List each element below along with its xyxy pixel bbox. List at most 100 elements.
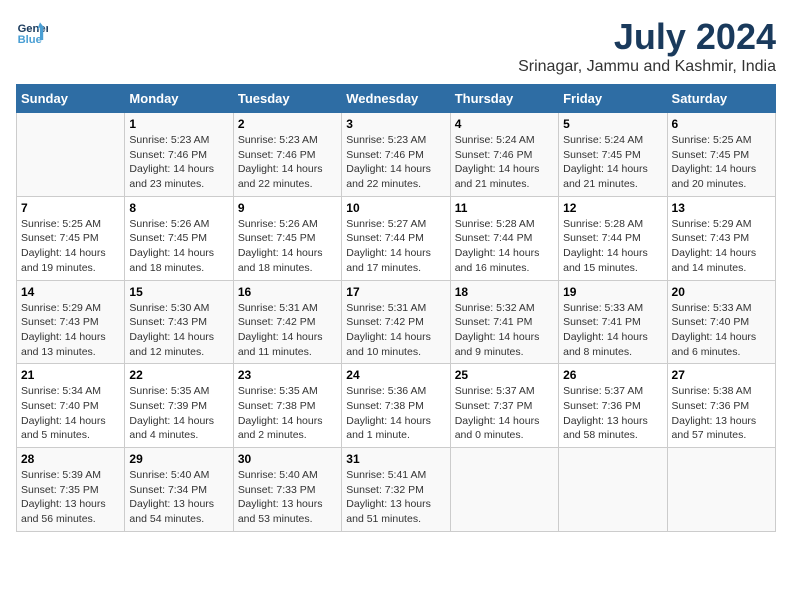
day-info: Sunrise: 5:31 AM Sunset: 7:42 PM Dayligh… xyxy=(238,301,337,360)
calendar-cell: 8Sunrise: 5:26 AM Sunset: 7:45 PM Daylig… xyxy=(125,196,233,280)
header-saturday: Saturday xyxy=(667,85,775,113)
calendar-cell: 31 Sunrise: 5:41 AM Sunset: 7:32 PM Dayli… xyxy=(342,448,450,532)
calendar-cell: 11Sunrise: 5:28 AM Sunset: 7:44 PM Dayli… xyxy=(450,196,558,280)
day-info: Sunrise: 5:36 AM Sunset: 7:38 PM Dayligh… xyxy=(346,384,445,443)
week-row-1: 1 Sunrise: 5:23 AM Sunset: 7:46 PM Daylig… xyxy=(17,113,776,197)
calendar-cell: 15 Sunrise: 5:30 AM Sunset: 7:43 PM Dayli… xyxy=(125,280,233,364)
calendar-cell: 7Sunrise: 5:25 AM Sunset: 7:45 PM Daylig… xyxy=(17,196,125,280)
day-number: 15 xyxy=(129,285,228,299)
day-info: Sunrise: 5:35 AM Sunset: 7:38 PM Dayligh… xyxy=(238,384,337,443)
day-number: 29 xyxy=(129,452,228,466)
calendar-cell: 26 Sunrise: 5:37 AM Sunset: 7:36 PM Dayli… xyxy=(559,364,667,448)
day-info: Sunrise: 5:33 AM Sunset: 7:41 PM Dayligh… xyxy=(563,301,662,360)
calendar-cell xyxy=(559,448,667,532)
day-info: Sunrise: 5:37 AM Sunset: 7:36 PM Dayligh… xyxy=(563,384,662,443)
calendar-cell: 22 Sunrise: 5:35 AM Sunset: 7:39 PM Dayli… xyxy=(125,364,233,448)
svg-text:Blue: Blue xyxy=(18,34,42,46)
week-row-2: 7Sunrise: 5:25 AM Sunset: 7:45 PM Daylig… xyxy=(17,196,776,280)
calendar-cell: 24 Sunrise: 5:36 AM Sunset: 7:38 PM Dayli… xyxy=(342,364,450,448)
day-number: 4 xyxy=(455,117,554,131)
day-number: 5 xyxy=(563,117,662,131)
day-info: Sunrise: 5:25 AM Sunset: 7:45 PM Dayligh… xyxy=(672,133,771,192)
header-friday: Friday xyxy=(559,85,667,113)
day-info: Sunrise: 5:28 AM Sunset: 7:44 PM Dayligh… xyxy=(563,217,662,276)
calendar-cell: 27Sunrise: 5:38 AM Sunset: 7:36 PM Dayli… xyxy=(667,364,775,448)
calendar-cell: 2 Sunrise: 5:23 AM Sunset: 7:46 PM Daylig… xyxy=(233,113,341,197)
main-title: July 2024 xyxy=(518,16,776,58)
day-info: Sunrise: 5:39 AM Sunset: 7:35 PM Dayligh… xyxy=(21,468,120,527)
calendar-cell: 10 Sunrise: 5:27 AM Sunset: 7:44 PM Dayli… xyxy=(342,196,450,280)
day-info: Sunrise: 5:27 AM Sunset: 7:44 PM Dayligh… xyxy=(346,217,445,276)
day-number: 11 xyxy=(455,201,554,215)
day-number: 25 xyxy=(455,368,554,382)
day-info: Sunrise: 5:29 AM Sunset: 7:43 PM Dayligh… xyxy=(21,301,120,360)
day-number: 31 xyxy=(346,452,445,466)
day-number: 26 xyxy=(563,368,662,382)
day-number: 22 xyxy=(129,368,228,382)
day-info: Sunrise: 5:29 AM Sunset: 7:43 PM Dayligh… xyxy=(672,217,771,276)
calendar-cell: 14Sunrise: 5:29 AM Sunset: 7:43 PM Dayli… xyxy=(17,280,125,364)
day-number: 6 xyxy=(672,117,771,131)
title-area: July 2024 Srinagar, Jammu and Kashmir, I… xyxy=(518,16,776,76)
day-info: Sunrise: 5:31 AM Sunset: 7:42 PM Dayligh… xyxy=(346,301,445,360)
header-row: SundayMondayTuesdayWednesdayThursdayFrid… xyxy=(17,85,776,113)
calendar-cell: 13 Sunrise: 5:29 AM Sunset: 7:43 PM Dayli… xyxy=(667,196,775,280)
calendar-cell xyxy=(17,113,125,197)
day-info: Sunrise: 5:23 AM Sunset: 7:46 PM Dayligh… xyxy=(238,133,337,192)
subtitle: Srinagar, Jammu and Kashmir, India xyxy=(518,58,776,76)
day-number: 2 xyxy=(238,117,337,131)
calendar-cell: 12Sunrise: 5:28 AM Sunset: 7:44 PM Dayli… xyxy=(559,196,667,280)
calendar-cell xyxy=(667,448,775,532)
day-info: Sunrise: 5:37 AM Sunset: 7:37 PM Dayligh… xyxy=(455,384,554,443)
day-info: Sunrise: 5:24 AM Sunset: 7:46 PM Dayligh… xyxy=(455,133,554,192)
day-number: 17 xyxy=(346,285,445,299)
day-info: Sunrise: 5:26 AM Sunset: 7:45 PM Dayligh… xyxy=(129,217,228,276)
day-number: 1 xyxy=(129,117,228,131)
header: General Blue July 2024 Srinagar, Jammu a… xyxy=(16,16,776,76)
header-monday: Monday xyxy=(125,85,233,113)
calendar-cell xyxy=(450,448,558,532)
calendar-cell: 19Sunrise: 5:33 AM Sunset: 7:41 PM Dayli… xyxy=(559,280,667,364)
day-number: 10 xyxy=(346,201,445,215)
week-row-5: 28 Sunrise: 5:39 AM Sunset: 7:35 PM Dayli… xyxy=(17,448,776,532)
day-number: 24 xyxy=(346,368,445,382)
calendar-cell: 5Sunrise: 5:24 AM Sunset: 7:45 PM Daylig… xyxy=(559,113,667,197)
logo-icon: General Blue xyxy=(16,16,48,48)
calendar-cell: 16 Sunrise: 5:31 AM Sunset: 7:42 PM Dayli… xyxy=(233,280,341,364)
header-wednesday: Wednesday xyxy=(342,85,450,113)
day-number: 7 xyxy=(21,201,120,215)
day-info: Sunrise: 5:40 AM Sunset: 7:33 PM Dayligh… xyxy=(238,468,337,527)
calendar-cell: 18 Sunrise: 5:32 AM Sunset: 7:41 PM Dayli… xyxy=(450,280,558,364)
calendar-body: 1 Sunrise: 5:23 AM Sunset: 7:46 PM Daylig… xyxy=(17,113,776,532)
calendar-header: SundayMondayTuesdayWednesdayThursdayFrid… xyxy=(17,85,776,113)
day-info: Sunrise: 5:34 AM Sunset: 7:40 PM Dayligh… xyxy=(21,384,120,443)
day-number: 13 xyxy=(672,201,771,215)
week-row-4: 21 Sunrise: 5:34 AM Sunset: 7:40 PM Dayli… xyxy=(17,364,776,448)
week-row-3: 14Sunrise: 5:29 AM Sunset: 7:43 PM Dayli… xyxy=(17,280,776,364)
day-number: 30 xyxy=(238,452,337,466)
day-number: 18 xyxy=(455,285,554,299)
day-number: 28 xyxy=(21,452,120,466)
header-thursday: Thursday xyxy=(450,85,558,113)
day-number: 21 xyxy=(21,368,120,382)
calendar-table: SundayMondayTuesdayWednesdayThursdayFrid… xyxy=(16,84,776,532)
calendar-cell: 23 Sunrise: 5:35 AM Sunset: 7:38 PM Dayli… xyxy=(233,364,341,448)
calendar-cell: 29Sunrise: 5:40 AM Sunset: 7:34 PM Dayli… xyxy=(125,448,233,532)
day-number: 9 xyxy=(238,201,337,215)
day-info: Sunrise: 5:35 AM Sunset: 7:39 PM Dayligh… xyxy=(129,384,228,443)
day-info: Sunrise: 5:26 AM Sunset: 7:45 PM Dayligh… xyxy=(238,217,337,276)
calendar-cell: 25 Sunrise: 5:37 AM Sunset: 7:37 PM Dayli… xyxy=(450,364,558,448)
day-number: 3 xyxy=(346,117,445,131)
calendar-cell: 17 Sunrise: 5:31 AM Sunset: 7:42 PM Dayli… xyxy=(342,280,450,364)
day-number: 27 xyxy=(672,368,771,382)
logo: General Blue xyxy=(16,16,48,48)
calendar-cell: 6 Sunrise: 5:25 AM Sunset: 7:45 PM Daylig… xyxy=(667,113,775,197)
day-number: 16 xyxy=(238,285,337,299)
day-info: Sunrise: 5:23 AM Sunset: 7:46 PM Dayligh… xyxy=(346,133,445,192)
day-info: Sunrise: 5:30 AM Sunset: 7:43 PM Dayligh… xyxy=(129,301,228,360)
day-info: Sunrise: 5:23 AM Sunset: 7:46 PM Dayligh… xyxy=(129,133,228,192)
day-number: 23 xyxy=(238,368,337,382)
day-info: Sunrise: 5:32 AM Sunset: 7:41 PM Dayligh… xyxy=(455,301,554,360)
header-sunday: Sunday xyxy=(17,85,125,113)
day-info: Sunrise: 5:41 AM Sunset: 7:32 PM Dayligh… xyxy=(346,468,445,527)
